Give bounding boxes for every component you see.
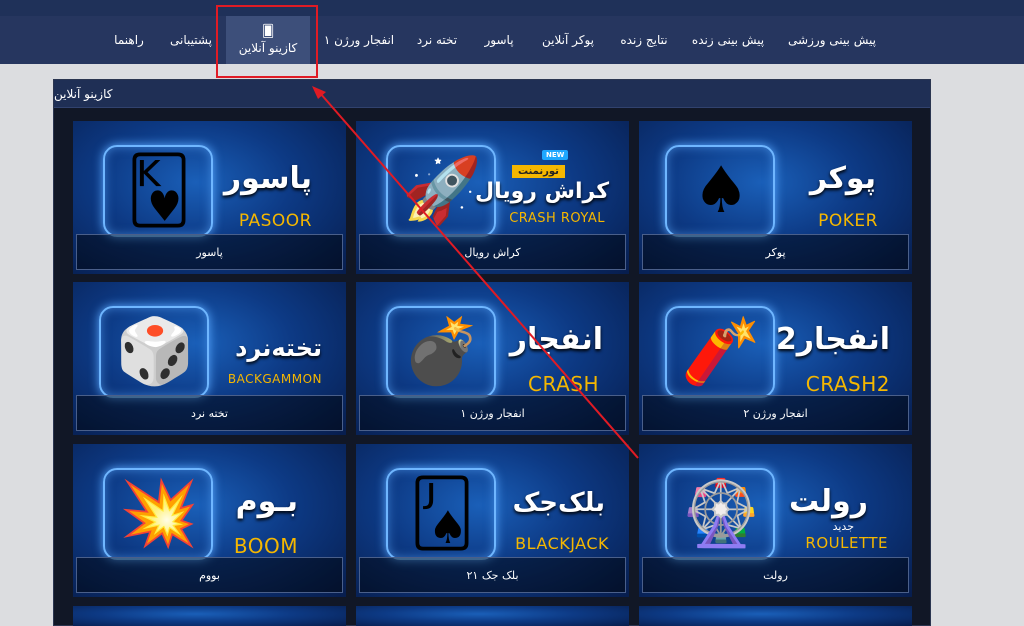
tile-title-en: POKER <box>818 211 878 231</box>
tile-caption: بلک جک ۲۱ <box>359 557 626 593</box>
tile-title-en: PASOOR <box>238 211 312 231</box>
nav-label: پیش بینی ورزشی <box>788 33 876 47</box>
game-tile-crash[interactable]: 💣 انفجار CRASH انفجار ورژن ۱ <box>356 282 629 435</box>
game-tile-poker[interactable]: ♠ پوکر POKER پوکر <box>639 121 912 274</box>
panel-header: کازینو آنلاین <box>54 80 930 108</box>
nav-live-prediction[interactable]: پیش بینی زنده <box>680 16 776 64</box>
tile-title-fa: کراش رویال <box>475 179 609 204</box>
game-tile-partial[interactable] <box>356 606 629 626</box>
game-tile-boom[interactable]: 💥 بـوم BOOM بووم <box>73 444 346 597</box>
nav-label: انفجار ورژن ۱ <box>323 33 395 47</box>
tile-title-en: CRASH <box>528 372 599 396</box>
nav-backgammon[interactable]: تخته نرد <box>406 16 468 64</box>
tile-title-en: CRASH ROYAL <box>509 211 605 226</box>
main-nav: پیش بینی ورزشی پیش بینی زنده نتایج زنده … <box>0 16 1024 64</box>
poker-chips-icon: ♠ <box>692 154 750 228</box>
nav-live-results[interactable]: نتایج زنده <box>612 16 676 64</box>
panel-title: کازینو آنلاین <box>54 86 113 101</box>
tile-title-fa: انفجار2 <box>775 322 890 357</box>
nav-label: راهنما <box>114 33 144 47</box>
tile-caption: رولت <box>642 557 909 593</box>
tile-title-en: ROULETTE <box>805 534 888 552</box>
tournament-badge: تورنمنت <box>512 165 565 178</box>
tile-caption: انفجار ورژن ۲ <box>642 395 909 431</box>
tile-title-en: BOOM <box>233 534 298 558</box>
nav-label: پشتیبانی <box>170 33 212 47</box>
playing-cards-icon: 🂾 <box>126 154 192 228</box>
nav-support[interactable]: پشتیبانی <box>160 16 222 64</box>
nav-label: پیش بینی زنده <box>691 33 765 47</box>
tile-title-fa: تخته‌نرد <box>235 334 322 362</box>
cards-icon: 🂠 <box>261 24 275 38</box>
nav-sports-prediction[interactable]: پیش بینی ورزشی <box>780 16 884 64</box>
tile-caption: بووم <box>76 557 343 593</box>
nav-label: نتایج زنده <box>620 33 668 47</box>
tile-caption: پاسور <box>76 234 343 270</box>
roulette-wheel-icon: 🎡 <box>681 477 761 551</box>
tile-caption: پوکر <box>642 234 909 270</box>
top-strip <box>0 0 1024 16</box>
nav-crash-v1[interactable]: انفجار ورژن ۱ <box>318 16 400 64</box>
tile-title-en: CRASH2 <box>805 372 890 396</box>
game-tile-blackjack[interactable]: 🂫 بلک‌جک BLACKJACK بلک جک ۲۱ <box>356 444 629 597</box>
tile-title-fa: رولت <box>789 484 868 519</box>
tile-title-fa: انفجار <box>509 322 603 357</box>
tile-title-fa: بلک‌جک <box>512 488 605 518</box>
nav-online-poker[interactable]: پوکر آنلاین <box>530 16 606 64</box>
nav-help[interactable]: راهنما <box>104 16 154 64</box>
tile-title-en: BLACKJACK <box>515 534 609 553</box>
explosion-icon: 💥 <box>119 477 199 551</box>
nav-label: تخته نرد <box>416 33 458 47</box>
blackjack-cards-icon: 🂫 <box>409 477 475 551</box>
tile-title-fa: بـوم <box>235 484 298 519</box>
tile-title-fa: پاسور <box>223 161 312 196</box>
bomb-icon: 💣 <box>402 315 482 389</box>
dice-icon: 🎲 <box>115 315 195 389</box>
game-tile-roulette[interactable]: 🎡 رولت جدید ROULETTE رولت <box>639 444 912 597</box>
game-tile-backgammon[interactable]: 🎲 تخته‌نرد BACKGAMMON تخته نرد <box>73 282 346 435</box>
game-tile-partial[interactable] <box>639 606 912 626</box>
tile-caption: کراش رویال <box>359 234 626 270</box>
tile-subtitle-new: جدید <box>832 520 854 533</box>
tile-caption: انفجار ورژن ۱ <box>359 395 626 431</box>
nav-label: پاسور <box>484 33 514 47</box>
game-tile-crash2[interactable]: 🧨 انفجار2 CRASH2 انفجار ورژن ۲ <box>639 282 912 435</box>
nav-online-casino[interactable]: 🂠 کازینو آنلاین <box>226 16 310 64</box>
game-tile-partial[interactable] <box>73 606 346 626</box>
tile-caption: تخته نرد <box>76 395 343 431</box>
tile-title-en: BACKGAMMON <box>227 372 322 386</box>
nav-pasoor[interactable]: پاسور <box>476 16 522 64</box>
tile-title-fa: پوکر <box>809 161 876 196</box>
game-tile-pasoor[interactable]: 🂾 پاسور PASOOR پاسور <box>73 121 346 274</box>
dynamite-icon: 🧨 <box>681 315 761 389</box>
nav-label: کازینو آنلاین <box>238 41 298 55</box>
game-tile-crash-royal[interactable]: 🚀 NEW تورنمنت کراش رویال CRASH ROYAL کرا… <box>356 121 629 274</box>
new-badge: NEW <box>542 150 569 160</box>
nav-label: پوکر آنلاین <box>542 33 594 47</box>
